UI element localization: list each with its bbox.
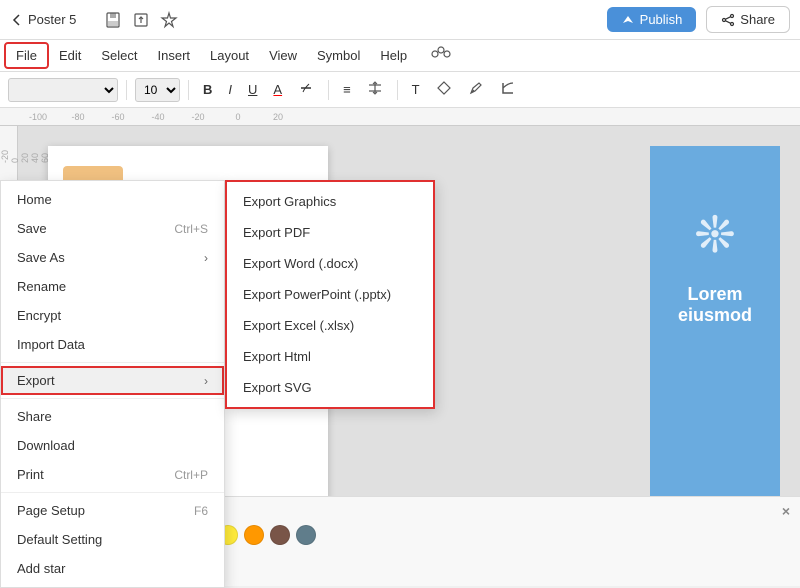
menu-item-layout[interactable]: Layout [200,44,259,67]
menu-item-edit[interactable]: Edit [49,44,91,67]
star-icon[interactable] [160,11,178,29]
menu-encrypt[interactable]: Encrypt [1,301,224,330]
menu-print[interactable]: Print Ctrl+P [1,460,224,489]
connections-icon [431,46,451,62]
export-excel[interactable]: Export Excel (.xlsx) [227,310,433,341]
menu-rename[interactable]: Rename [1,272,224,301]
color-swatch-11[interactable] [270,525,290,545]
corner-icon [500,80,516,96]
separator2 [1,398,224,399]
separator-1 [126,80,127,100]
publish-button[interactable]: Publish [607,7,697,32]
export-submenu: Export Graphics Export PDF Export Word (… [225,180,435,409]
menu-import-data[interactable]: Import Data [1,330,224,359]
strikethrough-button[interactable] [292,77,320,102]
pen-icon [468,80,484,96]
color-swatch-10[interactable] [244,525,264,545]
save-icon[interactable] [104,11,122,29]
menu-item-view[interactable]: View [259,44,307,67]
menu-add-star[interactable]: Add star [1,554,224,583]
export-word[interactable]: Export Word (.docx) [227,248,433,279]
menu-share[interactable]: Share [1,402,224,431]
back-button[interactable]: Poster 5 [10,12,76,27]
share-icon [721,13,735,27]
export-icon[interactable] [132,11,150,29]
separator-2 [188,80,189,100]
toolbar: 10 B I U A ≡ T [0,72,800,108]
fill-icon [436,80,452,96]
menu-page-setup[interactable]: Page Setup F6 [1,496,224,525]
poster-right-panel: ❊ Loremeiusmod [650,146,780,526]
title-bar-icons [104,11,178,29]
share-button[interactable]: Share [706,6,790,33]
app-title: Poster 5 [28,12,76,27]
export-powerpoint[interactable]: Export PowerPoint (.pptx) [227,279,433,310]
bold-button[interactable]: B [197,79,218,100]
separator-3 [328,80,329,100]
title-bar: Poster 5 Publish [0,0,800,40]
fill-button[interactable] [430,77,458,102]
ruler-top: -100 -80 -60 -40 -20 0 20 [0,108,800,126]
menu-item-select[interactable]: Select [91,44,147,67]
bottom-panel-close[interactable]: × [782,503,790,519]
export-svg[interactable]: Export SVG [227,372,433,403]
menu-item-help[interactable]: Help [370,44,417,67]
menu-item-connections[interactable] [421,42,461,69]
separator3 [1,492,224,493]
menu-item-insert[interactable]: Insert [148,44,201,67]
separator [1,362,224,363]
menu-download[interactable]: Download [1,431,224,460]
menu-save[interactable]: Save Ctrl+S [1,214,224,243]
color-swatch-12[interactable] [296,525,316,545]
font-color-button[interactable]: A [267,79,288,100]
title-bar-right: Publish Share [607,6,790,33]
line-height-button[interactable] [361,77,389,102]
export-graphics[interactable]: Export Graphics [227,186,433,217]
strikethrough-icon [298,80,314,96]
font-family-select[interactable] [8,78,118,102]
publish-icon [621,13,635,27]
back-icon [10,13,24,27]
export-pdf[interactable]: Export PDF [227,217,433,248]
file-dropdown-menu: Home Save Ctrl+S Save As › Rename Encryp… [0,180,225,588]
menu-export[interactable]: Export › [1,366,224,395]
separator-4 [397,80,398,100]
font-size-select[interactable]: 10 [135,78,180,102]
menu-save-as[interactable]: Save As › [1,243,224,272]
italic-button[interactable]: I [222,79,238,100]
line-height-icon [367,80,383,96]
title-bar-left: Poster 5 [10,11,178,29]
menu-home[interactable]: Home [1,185,224,214]
menu-item-file[interactable]: File [4,42,49,69]
underline-button[interactable]: U [242,79,263,100]
poster-caption: Loremeiusmod [670,284,760,326]
menu-default-setting[interactable]: Default Setting [1,525,224,554]
export-html[interactable]: Export Html [227,341,433,372]
snowflake-decoration: ❊ [694,206,736,264]
align-button[interactable]: ≡ [337,79,357,100]
pen-button[interactable] [462,77,490,102]
menu-bar: File Edit Select Insert Layout View Symb… [0,40,800,72]
text-box-button[interactable]: T [406,79,426,100]
menu-item-symbol[interactable]: Symbol [307,44,370,67]
corner-button[interactable] [494,77,522,102]
